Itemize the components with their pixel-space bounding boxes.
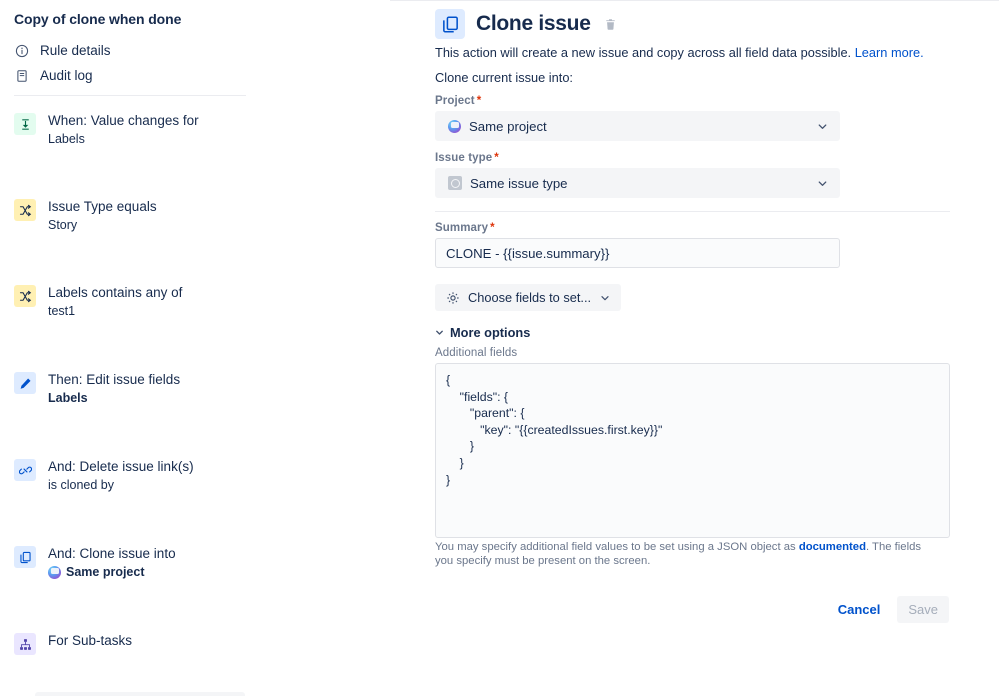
chevron-down-icon [816,177,829,190]
project-label-text: Project [435,95,475,107]
sidebar-item-audit-log[interactable]: Audit log [14,63,246,88]
automation-rule-editor: Copy of clone when done Rule details Aud… [0,0,999,696]
cancel-button[interactable]: Cancel [827,596,892,623]
info-circle-icon [14,43,29,58]
project-field: Project * Same project [435,95,840,141]
required-marker: * [490,222,495,234]
project-field-label: Project * [435,95,840,107]
rule-sidebar: Copy of clone when done Rule details Aud… [0,0,390,696]
rule-step-delete-issue-links[interactable]: And: Delete issue link(s) is cloned by [0,452,390,500]
step-subtitle-text: is cloned by [48,478,115,492]
panel-header: Clone issue [435,9,617,39]
rule-step-condition-labels[interactable]: Labels contains any of test1 [0,278,390,326]
issue-type-select[interactable]: Same issue type [435,168,840,198]
gear-icon [446,291,460,305]
condition-branch-icon [14,285,36,307]
summary-label-text: Summary [435,222,489,234]
sidebar-divider [14,95,246,96]
project-select-value: Same project [469,118,547,134]
chevron-down-icon [599,292,611,304]
summary-input[interactable]: CLONE - {{issue.summary}} [435,238,840,268]
chevron-down-icon [816,120,829,133]
trash-icon[interactable] [604,18,617,31]
step-title: When: Value changes for [48,113,199,128]
issue-type-select-value-wrap: Same issue type [448,176,816,191]
choose-fields-label: Choose fields to set... [468,290,592,305]
rule-step-trigger[interactable]: When: Value changes for Labels [0,106,390,154]
additional-fields-field: Additional fields { "fields": { "parent"… [435,347,950,538]
step-title: Labels contains any of [48,285,183,300]
more-options-label: More options [450,325,531,340]
panel-description-text: This action will create a new issue and … [435,45,852,60]
issue-type-select-value: Same issue type [470,175,568,191]
rule-title: Copy of clone when done [14,11,182,27]
hierarchy-icon [14,633,36,655]
sidebar-item-label: Rule details [40,43,111,58]
rule-step-edit-issue-fields[interactable]: Then: Edit issue fields Labels [0,365,390,413]
page-title: Clone issue [476,12,591,35]
issue-type-field-label: Issue type * [435,152,840,164]
trigger-icon [14,113,36,135]
section-divider [435,211,950,212]
issue-type-label-text: Issue type [435,152,493,164]
step-title: Then: Edit issue fields [48,372,181,387]
clone-into-label: Clone current issue into: [435,70,573,85]
sidebar-item-label: Audit log [40,68,93,83]
project-avatar-icon [448,119,461,133]
step-subtitle-text: Labels [48,132,85,146]
required-marker: * [494,152,499,164]
rule-step-clone-issue[interactable]: And: Clone issue into Same project [0,539,390,587]
step-subtitle-text: Story [48,218,78,232]
pencil-icon [14,372,36,394]
document-icon [14,68,29,83]
step-subtitle: Story [48,217,157,234]
project-select[interactable]: Same project [435,111,840,141]
step-title: And: Clone issue into [48,546,176,561]
step-subtitle-text: test1 [48,304,76,318]
help-text-pre: You may specify additional field values … [435,541,799,553]
chevron-down-icon [434,327,445,338]
sidebar-nav: Rule details Audit log [14,38,246,88]
step-subtitle-text: Same project [66,565,145,579]
issue-type-icon [448,176,462,190]
required-marker: * [476,95,482,107]
additional-fields-help: You may specify additional field values … [435,541,935,568]
step-title: Issue Type equals [48,199,157,214]
step-subtitle: Labels [48,390,180,407]
broken-link-icon [14,459,36,481]
step-subtitle: test1 [48,303,182,320]
step-title: And: Delete issue link(s) [48,459,194,474]
additional-fields-value: { "fields": { "parent": { "key": "{{crea… [446,373,663,487]
choose-fields-button[interactable]: Choose fields to set... [435,284,622,311]
save-button[interactable]: Save [897,596,949,623]
summary-field-label: Summary * [435,222,840,234]
summary-field: Summary * CLONE - {{issue.summary}} [435,222,840,268]
more-options-toggle[interactable]: More options [434,325,530,340]
issue-type-field: Issue type * Same issue type [435,152,840,198]
step-title: For Sub-tasks [48,633,133,648]
sidebar-item-rule-details[interactable]: Rule details [14,38,246,63]
form-actions: Cancel Save [827,596,949,623]
step-subtitle: Labels [48,131,199,148]
rule-step-branch-subtasks[interactable]: For Sub-tasks [0,626,390,661]
documented-link[interactable]: documented [799,541,866,553]
panel-description: This action will create a new issue and … [435,45,924,60]
step-subtitle: is cloned by [48,477,194,494]
step-subtitle-text: Labels [48,391,88,405]
step-subtitle: Same project [48,564,176,581]
copy-icon [14,546,36,568]
project-select-value-wrap: Same project [448,119,816,134]
rule-step-condition-issue-type[interactable]: Issue Type equals Story [0,192,390,240]
rule-step-nested-clone-issue[interactable]: Then: Clone issue into Same project [35,692,245,696]
project-avatar-icon [48,566,61,579]
condition-branch-icon [14,199,36,221]
additional-fields-label: Additional fields [435,347,518,359]
action-detail-panel: Clone issue This action will create a ne… [390,0,999,696]
additional-fields-textarea[interactable]: { "fields": { "parent": { "key": "{{crea… [435,363,950,538]
copy-icon [435,9,465,39]
rule-step-list: When: Value changes for Labels Issue Typ… [0,106,390,696]
learn-more-link[interactable]: Learn more. [855,45,924,60]
